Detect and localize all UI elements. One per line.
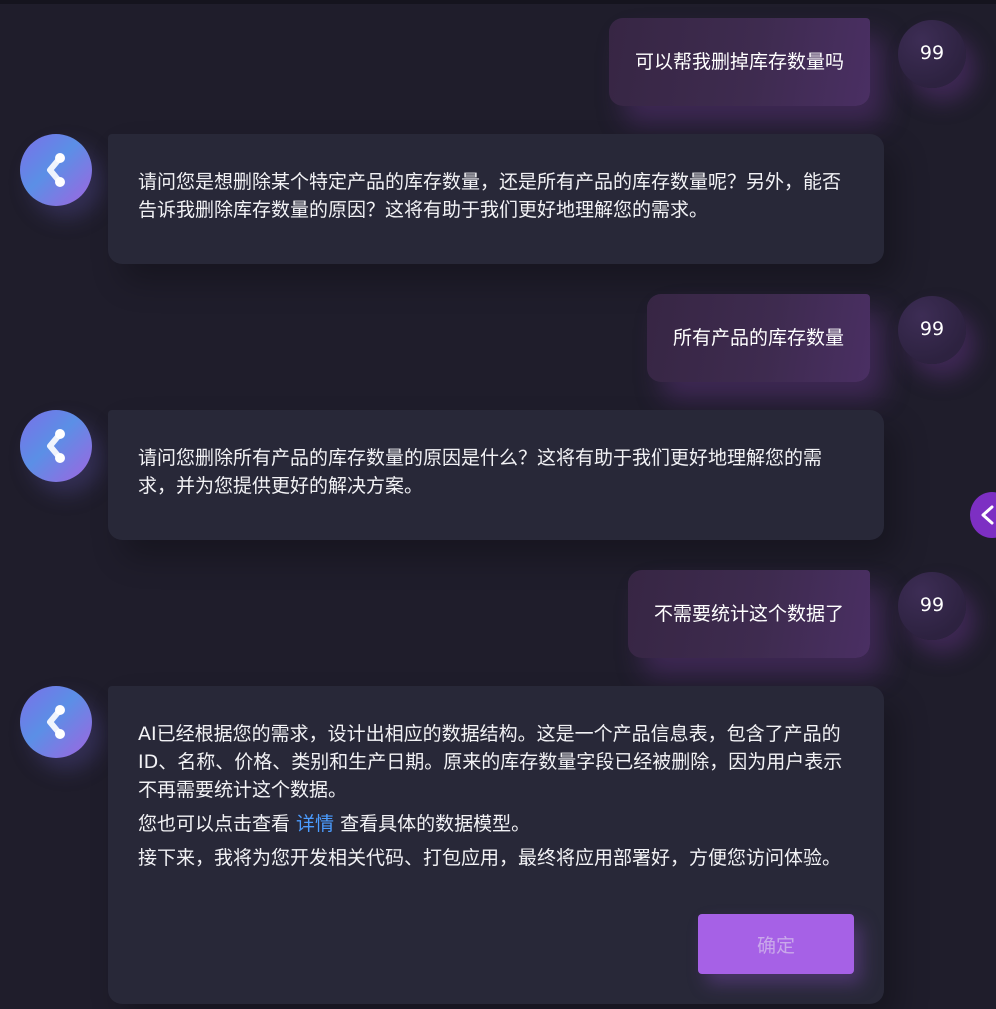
user-avatar[interactable]: 99 xyxy=(898,20,966,88)
user-message-text: 所有产品的库存数量 xyxy=(672,327,844,349)
ai-message-bubble: 请问您是想删除某个特定产品的库存数量，还是所有产品的库存数量呢？另外，能否告诉我… xyxy=(108,134,884,264)
ai-message-bubble: 请问您删除所有产品的库存数量的原因是什么？这将有助于我们更好地理解您的需求，并为… xyxy=(108,410,884,540)
detail-link[interactable]: 详情 xyxy=(296,813,334,835)
user-avatar[interactable]: 99 xyxy=(898,572,966,640)
ai-message: AI已经根据您的需求，设计出相应的数据结构。这是一个产品信息表，包含了产品的ID… xyxy=(20,686,890,1006)
ai-message: 请问您删除所有产品的库存数量的原因是什么？这将有助于我们更好地理解您的需求，并为… xyxy=(20,410,890,550)
user-message: 不需要统计这个数据了 99 xyxy=(166,570,966,660)
detail-suffix: 查看具体的数据模型。 xyxy=(334,813,531,835)
ai-logo-icon xyxy=(47,705,65,739)
ai-logo-icon xyxy=(47,429,65,463)
ai-avatar xyxy=(20,686,92,758)
user-avatar-label: 99 xyxy=(919,42,945,64)
detail-prefix: 您也可以点击查看 xyxy=(138,813,297,835)
user-avatar-label: 99 xyxy=(919,594,945,616)
user-message-bubble: 不需要统计这个数据了 xyxy=(627,570,870,658)
ai-message-text: AI已经根据您的需求，设计出相应的数据结构。这是一个产品信息表，包含了产品的ID… xyxy=(138,723,843,801)
ai-detail-line: 您也可以点击查看 详情 查看具体的数据模型。 xyxy=(138,810,854,838)
ai-avatar xyxy=(20,134,92,206)
ai-message-text: 接下来，我将为您开发相关代码、打包应用，最终将应用部署好，方便您访问体验。 xyxy=(138,847,842,869)
user-avatar[interactable]: 99 xyxy=(898,296,966,364)
ai-message: 请问您是想删除某个特定产品的库存数量，还是所有产品的库存数量呢？另外，能否告诉我… xyxy=(20,134,890,274)
ai-message-bubble: AI已经根据您的需求，设计出相应的数据结构。这是一个产品信息表，包含了产品的ID… xyxy=(108,686,884,1004)
user-avatar-label: 99 xyxy=(919,318,945,340)
user-message-bubble: 所有产品的库存数量 xyxy=(646,294,870,382)
chevron-left-icon xyxy=(981,505,994,525)
user-message: 所有产品的库存数量 99 xyxy=(166,294,966,384)
sidebar-toggle-button[interactable] xyxy=(970,492,996,538)
ai-message-text: 请问您是想删除某个特定产品的库存数量，还是所有产品的库存数量呢？另外，能否告诉我… xyxy=(138,171,842,221)
user-message-bubble: 可以帮我删掉库存数量吗 xyxy=(608,18,870,106)
ai-logo-icon xyxy=(47,153,65,187)
user-message-text: 可以帮我删掉库存数量吗 xyxy=(634,51,844,73)
confirm-button[interactable]: 确定 xyxy=(698,914,854,974)
ai-avatar xyxy=(20,410,92,482)
user-message: 可以帮我删掉库存数量吗 99 xyxy=(166,18,966,108)
top-border xyxy=(0,0,996,4)
user-message-text: 不需要统计这个数据了 xyxy=(653,603,844,625)
ai-message-text: 请问您删除所有产品的库存数量的原因是什么？这将有助于我们更好地理解您的需求，并为… xyxy=(138,447,823,497)
